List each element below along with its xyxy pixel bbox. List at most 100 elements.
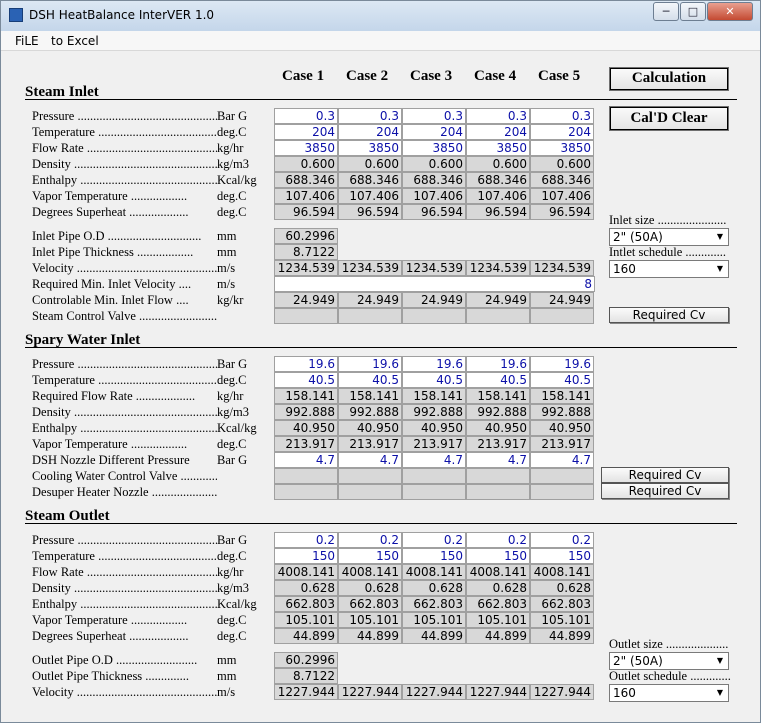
spray-water-case-2-field: 158.141 — [338, 388, 402, 404]
steam-inlet-case-4-field[interactable]: 3850 — [466, 140, 530, 156]
spray-water-case-5-field: 158.141 — [530, 388, 594, 404]
inlet-pipe-unit: mm — [217, 245, 237, 259]
steam-outlet-case-4-field[interactable]: 0.2 — [466, 532, 530, 548]
steam-outlet-case-4-field[interactable]: 150 — [466, 548, 530, 564]
steam-outlet-case-1-field[interactable]: 0.2 — [274, 532, 338, 548]
window-title: DSH HeatBalance InterVER 1.0 — [29, 8, 215, 22]
spray-water-case-2-field: 40.950 — [338, 420, 402, 436]
spray-water-case-1-field[interactable]: 19.6 — [274, 356, 338, 372]
required-cv-nozzle-button[interactable]: Required Cv — [601, 483, 729, 499]
steam-inlet-unit: Kcal/kg — [217, 173, 257, 187]
spray-water-case-3-field — [402, 468, 466, 484]
spray-water-case-5-field[interactable]: 4.7 — [530, 452, 594, 468]
spray-water-case-5-field: 40.950 — [530, 420, 594, 436]
spray-water-case-5-field — [530, 484, 594, 500]
inlet-pipe-case-1-field[interactable]: 8 — [274, 276, 595, 292]
menu-to-excel[interactable]: to Excel — [51, 34, 99, 48]
inlet-pipe-case-2-field: 24.949 — [338, 292, 402, 308]
spray-water-case-4-field — [466, 484, 530, 500]
spray-water-case-4-field[interactable]: 40.5 — [466, 372, 530, 388]
steam-outlet-case-1-field[interactable]: 150 — [274, 548, 338, 564]
inlet-pipe-unit: kg/kr — [217, 293, 244, 307]
spray-water-label: Density ................................… — [32, 405, 217, 419]
steam-inlet-case-1-field[interactable]: 0.3 — [274, 108, 338, 124]
spray-water-case-5-field[interactable]: 19.6 — [530, 356, 594, 372]
steam-inlet-label: Enthalpy ...............................… — [32, 173, 217, 187]
spray-water-case-4-field: 992.888 — [466, 404, 530, 420]
steam-outlet-case-1-field: 0.628 — [274, 580, 338, 596]
spray-water-case-4-field — [466, 468, 530, 484]
case-3-header: Case 3 — [410, 68, 453, 84]
outlet-pipe-label: Velocity ...............................… — [32, 685, 217, 699]
outlet-pipe-case-5-field: 1227.944 — [530, 684, 594, 700]
spray-water-label: Temperature ............................… — [32, 373, 217, 387]
close-button[interactable]: ✕ — [707, 2, 753, 21]
spray-water-case-3-field: 213.917 — [402, 436, 466, 452]
steam-outlet-case-3-field[interactable]: 150 — [402, 548, 466, 564]
spray-water-case-2-field[interactable]: 4.7 — [338, 452, 402, 468]
steam-inlet-case-3-field[interactable]: 204 — [402, 124, 466, 140]
spray-water-case-3-field: 158.141 — [402, 388, 466, 404]
steam-inlet-case-3-field[interactable]: 3850 — [402, 140, 466, 156]
steam-inlet-case-2-field[interactable]: 0.3 — [338, 108, 402, 124]
steam-inlet-case-2-field[interactable]: 3850 — [338, 140, 402, 156]
steam-inlet-case-2-field: 0.600 — [338, 156, 402, 172]
outlet-pipe-label: Outlet Pipe Thickness .............. — [32, 669, 190, 683]
steam-outlet-case-1-field: 4008.141 — [274, 564, 338, 580]
outlet-schedule-label: Outlet schedule ............. — [609, 669, 731, 683]
steam-inlet-case-5-field[interactable]: 0.3 — [530, 108, 594, 124]
inlet-schedule-select[interactable]: 160 ▼ — [609, 260, 729, 278]
minimize-button[interactable]: ─ — [653, 2, 679, 21]
steam-inlet-unit: deg.C — [217, 189, 247, 203]
inlet-schedule-label: Intlet schedule ............. — [609, 245, 726, 259]
spray-water-case-2-field[interactable]: 40.5 — [338, 372, 402, 388]
spray-water-unit: deg.C — [217, 373, 247, 387]
spray-water-case-1-field[interactable]: 40.5 — [274, 372, 338, 388]
steam-inlet-case-1-field[interactable]: 204 — [274, 124, 338, 140]
inlet-pipe-label: Velocity ...............................… — [32, 261, 217, 275]
steam-inlet-case-4-field[interactable]: 0.3 — [466, 108, 530, 124]
outlet-schedule-select[interactable]: 160 ▼ — [609, 684, 729, 702]
steam-inlet-case-1-field[interactable]: 3850 — [274, 140, 338, 156]
required-cv-cooling-button[interactable]: Required Cv — [601, 467, 729, 483]
steam-inlet-case-3-field: 688.346 — [402, 172, 466, 188]
menu-file[interactable]: FiLE — [15, 34, 39, 48]
spray-water-case-4-field[interactable]: 19.6 — [466, 356, 530, 372]
outlet-pipe-case-1-field: 8.7122 — [274, 668, 338, 684]
steam-inlet-case-4-field[interactable]: 204 — [466, 124, 530, 140]
steam-inlet-case-5-field[interactable]: 204 — [530, 124, 594, 140]
outlet-size-value: 2" (50A) — [613, 654, 663, 668]
spray-water-case-1-field — [274, 468, 338, 484]
outlet-pipe-case-1-field: 60.2996 — [274, 652, 338, 668]
chevron-down-icon: ▼ — [716, 264, 724, 273]
steam-outlet-case-2-field[interactable]: 150 — [338, 548, 402, 564]
clear-button[interactable]: Cal'D Clear — [609, 106, 729, 131]
spray-water-case-4-field: 40.950 — [466, 420, 530, 436]
spray-water-case-2-field — [338, 484, 402, 500]
spray-water-case-5-field[interactable]: 40.5 — [530, 372, 594, 388]
spray-water-case-3-field[interactable]: 19.6 — [402, 356, 466, 372]
required-cv-steam-button[interactable]: Required Cv — [609, 307, 729, 323]
spray-water-unit: Kcal/kg — [217, 421, 257, 435]
inlet-pipe-case-1-field — [274, 308, 338, 324]
spray-water-case-4-field[interactable]: 4.7 — [466, 452, 530, 468]
steam-inlet-case-5-field[interactable]: 3850 — [530, 140, 594, 156]
spray-water-case-3-field[interactable]: 40.5 — [402, 372, 466, 388]
steam-outlet-case-5-field[interactable]: 150 — [530, 548, 594, 564]
spray-water-case-3-field[interactable]: 4.7 — [402, 452, 466, 468]
inlet-pipe-case-5-field — [530, 308, 594, 324]
steam-inlet-case-2-field[interactable]: 204 — [338, 124, 402, 140]
maximize-button[interactable]: □ — [680, 2, 706, 21]
steam-inlet-case-1-field: 0.600 — [274, 156, 338, 172]
steam-inlet-case-3-field[interactable]: 0.3 — [402, 108, 466, 124]
app-icon — [9, 8, 23, 22]
spray-water-case-2-field[interactable]: 19.6 — [338, 356, 402, 372]
spray-water-label: Desuper Heater Nozzle ..................… — [32, 485, 217, 499]
steam-outlet-case-5-field[interactable]: 0.2 — [530, 532, 594, 548]
steam-outlet-case-5-field: 662.803 — [530, 596, 594, 612]
steam-outlet-case-2-field[interactable]: 0.2 — [338, 532, 402, 548]
steam-outlet-case-3-field[interactable]: 0.2 — [402, 532, 466, 548]
spray-water-case-1-field[interactable]: 4.7 — [274, 452, 338, 468]
steam-outlet-unit: deg.C — [217, 549, 247, 563]
calculation-button[interactable]: Calculation — [609, 67, 729, 91]
